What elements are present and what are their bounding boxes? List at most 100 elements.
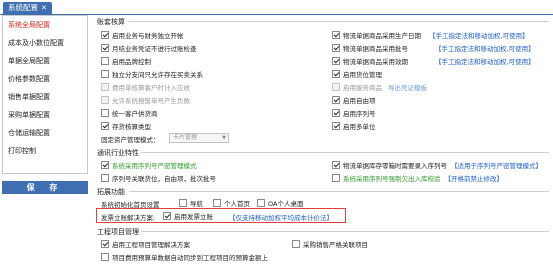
opt-brand-control[interactable]: 启用品牌控制 — [101, 55, 151, 66]
opt-serial-link-location[interactable]: 序列号关联货位，自由项，批次批号 — [101, 172, 216, 183]
checkbox[interactable] — [101, 121, 109, 130]
opt-label: 启用服务商品 — [343, 83, 382, 92]
checkbox[interactable] — [332, 95, 340, 104]
opt-label: 统一客户供货商 — [112, 109, 158, 118]
sidebar-item-price[interactable]: 价格参数配置 — [3, 70, 87, 88]
opt-hint: 【手工指定法和移动加权,可使用】 — [429, 31, 529, 40]
opt-label: 存货核算类型 — [112, 122, 151, 131]
opt-multi-unit[interactable]: 启用多单位 — [332, 120, 376, 131]
section-divider — [141, 152, 549, 153]
checkbox[interactable] — [292, 239, 300, 248]
opt-label: 序列号关联货位，自由项，批次批号 — [112, 174, 216, 183]
checkbox[interactable] — [332, 82, 340, 91]
section-divider — [129, 21, 549, 22]
save-button[interactable]: 保 存 — [2, 181, 88, 194]
opt-independent-ledger[interactable]: 启用业务与财务独立开帐 — [101, 29, 184, 40]
checkbox[interactable] — [332, 30, 340, 39]
checkbox[interactable] — [332, 69, 340, 78]
opt-label: 物流单据商品采用生产日期 — [343, 31, 421, 40]
checkbox[interactable] — [332, 121, 340, 130]
settings-panel: 账套核算 启用业务与财务独立开帐 月结业务凭证不进行过账检查 启用品牌控制 独立… — [96, 15, 553, 267]
checkbox[interactable] — [332, 160, 340, 169]
checkbox[interactable] — [101, 43, 109, 52]
checkbox[interactable] — [101, 56, 109, 65]
opt-expense-receivable[interactable]: 费用单核算客户时计入应收 — [101, 81, 190, 92]
opt-batch-number[interactable]: 物流单据商品采用批号 【手工指定法和移动加权,可使用】 — [332, 42, 535, 53]
checkbox[interactable] — [101, 95, 109, 104]
opt-strict-project-link[interactable]: 采购销售严格关联项目 — [292, 238, 368, 249]
checkbox[interactable] — [332, 43, 340, 52]
checkbox[interactable] — [257, 198, 265, 207]
sidebar-item-print[interactable]: 打印控制 — [3, 142, 87, 160]
sidebar-item-document-global[interactable]: 单据全局配置 — [3, 52, 87, 70]
opt-hint: 【适用于序列号严密管理模式】 — [451, 161, 542, 170]
checkbox[interactable] — [332, 173, 340, 182]
opt-homepage-personal[interactable]: 个人首页 — [213, 197, 250, 208]
opt-label: 物流单据库存零箱时需要录入序列号 — [343, 161, 447, 170]
checkbox[interactable] — [101, 69, 109, 78]
checkbox[interactable] — [332, 56, 340, 65]
tab-label: 系统配置 — [8, 3, 38, 12]
export-voucher-template-link[interactable]: 导出凭证模板 — [388, 82, 427, 92]
opt-skip-posting-check[interactable]: 月结业务凭证不进行过账检查 — [101, 42, 197, 53]
close-icon[interactable]: ✕ — [41, 4, 47, 12]
opt-service-goods[interactable]: 启用服务商品 导出凭证模板 — [332, 81, 427, 92]
opt-label: 系统采用序列号严密管理模式 — [112, 161, 197, 170]
checkbox[interactable] — [101, 82, 109, 91]
checkbox[interactable] — [101, 173, 109, 182]
section-title-expand: 拓展功能 — [97, 188, 125, 196]
opt-scrap-negative[interactable]: 允许系统报废单号产生负数 — [101, 94, 190, 105]
opt-invoice-ledger[interactable]: 启用发票立账 — [163, 210, 213, 221]
checkbox[interactable] — [179, 198, 187, 207]
opt-budget-sync[interactable]: 项目费用预算单数据自动同步到工程项目的预算金额上 — [101, 251, 268, 262]
checkbox[interactable] — [101, 239, 109, 248]
opt-label: 启用品牌控制 — [112, 57, 151, 66]
section-title-project: 工程项目管理 — [97, 228, 139, 236]
checkbox[interactable] — [101, 30, 109, 39]
checkbox[interactable] — [101, 252, 109, 261]
opt-label: 物流单据商品采用批号 — [343, 44, 408, 53]
opt-label: 启用自由项 — [343, 96, 376, 105]
opt-label: 启用货位管理 — [343, 70, 382, 79]
sidebar-item-cost-decimal[interactable]: 成本及小数位配置 — [3, 34, 87, 52]
opt-production-date[interactable]: 物流单据商品采用生产日期 【手工指定法和移动加权,可使用】 — [332, 29, 529, 40]
opt-label: 采购销售严格关联项目 — [303, 240, 368, 249]
opt-label: 启用序列号 — [343, 109, 376, 118]
tab-system-config[interactable]: 系统配置 ✕ — [3, 2, 52, 14]
sidebar-item-purchase[interactable]: 采购单据配置 — [3, 106, 87, 124]
opt-location-mgmt[interactable]: 启用货位管理 — [332, 68, 382, 79]
checkbox[interactable] — [332, 108, 340, 117]
sidebar-item-warehouse[interactable]: 仓储运输配置 — [3, 124, 87, 142]
asset-mode-select[interactable]: 卡片管理 ▼ — [169, 133, 229, 143]
opt-label: 月结业务凭证不进行过账检查 — [112, 44, 197, 53]
opt-serial-forced-check[interactable]: 系统采用序列号强制欠出入库校验 【开格前禁止修改】 — [332, 172, 503, 183]
opt-serial-strict-mode[interactable]: 系统采用序列号严密管理模式 — [101, 159, 197, 170]
opt-serial-number[interactable]: 启用序列号 — [332, 107, 376, 118]
sidebar-item-global[interactable]: 系统全局配置 — [3, 16, 87, 34]
checkbox[interactable] — [213, 198, 221, 207]
section-divider — [129, 191, 549, 192]
opt-label: 允许系统报废单号产生负数 — [112, 96, 190, 105]
opt-unified-customer-supplier[interactable]: 统一客户供货商 — [101, 107, 158, 118]
chevron-down-icon: ▼ — [222, 135, 226, 141]
opt-homepage-oa[interactable]: OA个人桌面 — [257, 197, 303, 208]
opt-label: 启用多单位 — [343, 122, 376, 131]
checkbox[interactable] — [101, 108, 109, 117]
opt-inventory-type[interactable]: 存货核算类型 — [101, 120, 151, 131]
opt-label: 项目费用预算单数据自动同步到工程项目的预算金额上 — [112, 253, 268, 262]
sidebar-item-sales[interactable]: 销售单据配置 — [3, 88, 87, 106]
opt-serial-on-zero-stock[interactable]: 物流单据库存零箱时需要录入序列号 【适用于序列号严密管理模式】 — [332, 159, 542, 170]
opt-project-mgmt[interactable]: 启用工程项目管理解决方案 — [101, 238, 190, 249]
checkbox[interactable] — [101, 160, 109, 169]
section-title-account: 账套核算 — [97, 18, 125, 26]
asset-mode-label: 固定资产管理模式： — [101, 136, 160, 144]
opt-label: 费用单核算客户时计入应收 — [112, 83, 190, 92]
opt-expiry-date[interactable]: 物流单据商品采用效期 【手工指定法和移动加权,可使用】 — [332, 55, 535, 66]
opt-free-item[interactable]: 启用自由项 — [332, 94, 376, 105]
opt-homepage-nav[interactable]: 导航 — [179, 197, 203, 208]
opt-hint: 【手工指定法和移动加权,可使用】 — [435, 57, 535, 66]
opt-branch-trade-only[interactable]: 独立分支间只允许存在买卖关系 — [101, 68, 203, 79]
checkbox[interactable] — [163, 211, 171, 220]
opt-label: 启用业务与财务独立开帐 — [112, 31, 184, 40]
opt-hint: 【手工指定法和移动加权,可使用】 — [435, 44, 535, 53]
